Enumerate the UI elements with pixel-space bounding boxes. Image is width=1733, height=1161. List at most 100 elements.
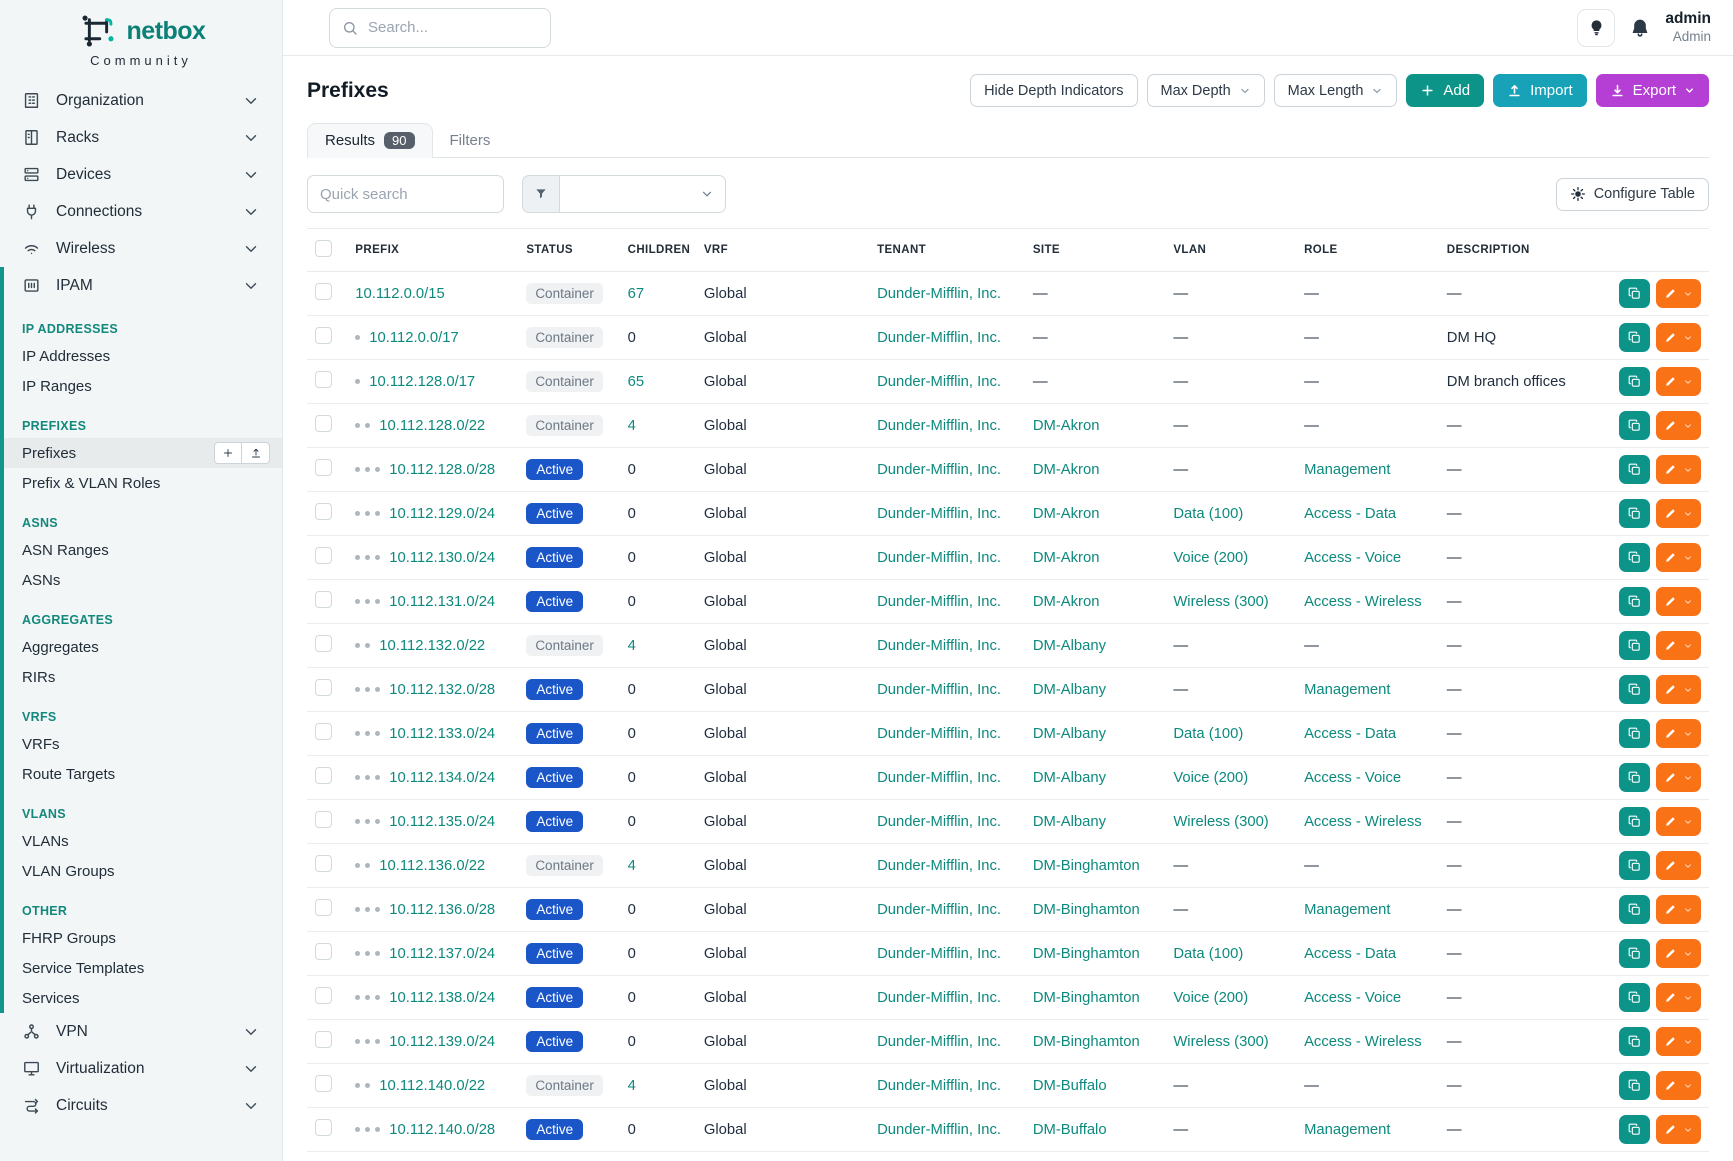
site-link[interactable]: DM-Akron	[1033, 506, 1100, 522]
site-link[interactable]: DM-Akron	[1033, 594, 1100, 610]
sidebar-item-ipam[interactable]: IPAM	[4, 267, 282, 304]
role-link[interactable]: Management	[1304, 1122, 1390, 1138]
clone-button[interactable]	[1619, 323, 1650, 352]
edit-dropdown-button[interactable]	[1656, 983, 1701, 1012]
role-link[interactable]: Access - Wireless	[1304, 814, 1422, 830]
prefix-link[interactable]: 10.112.130.0/24	[389, 550, 495, 566]
vlan-link[interactable]: Voice (200)	[1173, 770, 1248, 786]
site-link[interactable]: DM-Binghamton	[1033, 902, 1140, 918]
configure-table-button[interactable]: Configure Table	[1556, 178, 1709, 211]
edit-dropdown-button[interactable]	[1656, 279, 1701, 308]
sidebar-item-ip-addresses[interactable]: IP Addresses	[4, 341, 282, 371]
vlan-link[interactable]: Data (100)	[1173, 726, 1243, 742]
row-checkbox[interactable]	[315, 987, 332, 1004]
vlan-link[interactable]: Voice (200)	[1173, 550, 1248, 566]
tenant-link[interactable]: Dunder-Mifflin, Inc.	[877, 682, 1001, 698]
prefix-link[interactable]: 10.112.140.0/28	[389, 1122, 495, 1138]
sidebar-item-prefix-vlan-roles[interactable]: Prefix & VLAN Roles	[4, 468, 282, 498]
site-link[interactable]: DM-Akron	[1033, 550, 1100, 566]
column-header-role[interactable]: ROLE	[1296, 229, 1439, 272]
site-link[interactable]: DM-Akron	[1033, 418, 1100, 434]
prefix-link[interactable]: 10.112.134.0/24	[389, 770, 495, 786]
clone-button[interactable]	[1619, 367, 1650, 396]
vlan-link[interactable]: Wireless (300)	[1173, 1034, 1268, 1050]
edit-dropdown-button[interactable]	[1656, 455, 1701, 484]
sidebar-item-rirs[interactable]: RIRs	[4, 662, 282, 692]
prefix-link[interactable]: 10.112.135.0/24	[389, 814, 495, 830]
tenant-link[interactable]: Dunder-Mifflin, Inc.	[877, 726, 1001, 742]
row-checkbox[interactable]	[315, 459, 332, 476]
row-checkbox[interactable]	[315, 679, 332, 696]
prefix-link[interactable]: 10.112.137.0/24	[389, 946, 495, 962]
tenant-link[interactable]: Dunder-Mifflin, Inc.	[877, 1078, 1001, 1094]
quick-import-button[interactable]	[242, 442, 270, 464]
tenant-link[interactable]: Dunder-Mifflin, Inc.	[877, 462, 1001, 478]
prefix-link[interactable]: 10.112.139.0/24	[389, 1034, 495, 1050]
column-header-status[interactable]: STATUS	[518, 229, 619, 272]
tenant-link[interactable]: Dunder-Mifflin, Inc.	[877, 902, 1001, 918]
prefix-link[interactable]: 10.112.128.0/28	[389, 462, 495, 478]
tenant-link[interactable]: Dunder-Mifflin, Inc.	[877, 990, 1001, 1006]
role-link[interactable]: Access - Wireless	[1304, 1034, 1422, 1050]
clone-button[interactable]	[1619, 631, 1650, 660]
clone-button[interactable]	[1619, 851, 1650, 880]
sidebar-item-fhrp-groups[interactable]: FHRP Groups	[4, 923, 282, 953]
site-link[interactable]: DM-Albany	[1033, 814, 1106, 830]
prefix-link[interactable]: 10.112.138.0/24	[389, 990, 495, 1006]
clone-button[interactable]	[1619, 675, 1650, 704]
row-checkbox[interactable]	[315, 1075, 332, 1092]
clone-button[interactable]	[1619, 1071, 1650, 1100]
max-length-dropdown[interactable]: Max Length	[1274, 74, 1398, 107]
sidebar-item-vrfs[interactable]: VRFs	[4, 729, 282, 759]
children-count-link[interactable]: 4	[628, 858, 636, 874]
site-link[interactable]: DM-Buffalo	[1033, 1122, 1107, 1138]
sidebar-item-vlan-groups[interactable]: VLAN Groups	[4, 856, 282, 886]
clone-button[interactable]	[1619, 455, 1650, 484]
role-link[interactable]: Management	[1304, 902, 1390, 918]
row-checkbox[interactable]	[315, 415, 332, 432]
children-count-link[interactable]: 4	[628, 638, 636, 654]
clone-button[interactable]	[1619, 895, 1650, 924]
vlan-link[interactable]: Wireless (300)	[1173, 814, 1268, 830]
export-dropdown-button[interactable]: Export	[1596, 74, 1709, 107]
row-checkbox[interactable]	[315, 591, 332, 608]
sidebar-item-ip-ranges[interactable]: IP Ranges	[4, 371, 282, 401]
role-link[interactable]: Management	[1304, 682, 1390, 698]
prefix-link[interactable]: 10.112.132.0/28	[389, 682, 495, 698]
filter-funnel-button[interactable]	[522, 175, 560, 213]
children-count-link[interactable]: 67	[628, 286, 644, 302]
tenant-link[interactable]: Dunder-Mifflin, Inc.	[877, 946, 1001, 962]
edit-dropdown-button[interactable]	[1656, 719, 1701, 748]
sidebar-item-prefixes[interactable]: Prefixes	[4, 438, 282, 468]
sidebar-item-services[interactable]: Services	[4, 983, 282, 1013]
sidebar-item-aggregates[interactable]: Aggregates	[4, 632, 282, 662]
edit-dropdown-button[interactable]	[1656, 367, 1701, 396]
sidebar-item-wireless[interactable]: Wireless	[0, 230, 282, 267]
tenant-link[interactable]: Dunder-Mifflin, Inc.	[877, 550, 1001, 566]
prefix-link[interactable]: 10.112.131.0/24	[389, 594, 495, 610]
select-all-checkbox[interactable]	[315, 240, 332, 257]
row-checkbox[interactable]	[315, 943, 332, 960]
edit-dropdown-button[interactable]	[1656, 1027, 1701, 1056]
prefix-link[interactable]: 10.112.132.0/22	[379, 638, 485, 654]
clone-button[interactable]	[1619, 279, 1650, 308]
clone-button[interactable]	[1619, 807, 1650, 836]
sidebar-item-racks[interactable]: Racks	[0, 119, 282, 156]
edit-dropdown-button[interactable]	[1656, 675, 1701, 704]
tenant-link[interactable]: Dunder-Mifflin, Inc.	[877, 286, 1001, 302]
edit-dropdown-button[interactable]	[1656, 851, 1701, 880]
saved-filter-select[interactable]	[560, 175, 726, 213]
brand-name[interactable]: netbox	[127, 17, 206, 46]
sidebar-item-organization[interactable]: Organization	[0, 82, 282, 119]
vlan-link[interactable]: Data (100)	[1173, 946, 1243, 962]
row-checkbox[interactable]	[315, 635, 332, 652]
edit-dropdown-button[interactable]	[1656, 763, 1701, 792]
vlan-link[interactable]: Voice (200)	[1173, 990, 1248, 1006]
row-checkbox[interactable]	[315, 371, 332, 388]
prefix-link[interactable]: 10.112.0.0/15	[355, 286, 444, 302]
edit-dropdown-button[interactable]	[1656, 807, 1701, 836]
column-header-prefix[interactable]: PREFIX	[347, 229, 518, 272]
tenant-link[interactable]: Dunder-Mifflin, Inc.	[877, 418, 1001, 434]
tab-filters[interactable]: Filters	[433, 124, 508, 157]
max-depth-dropdown[interactable]: Max Depth	[1147, 74, 1265, 107]
